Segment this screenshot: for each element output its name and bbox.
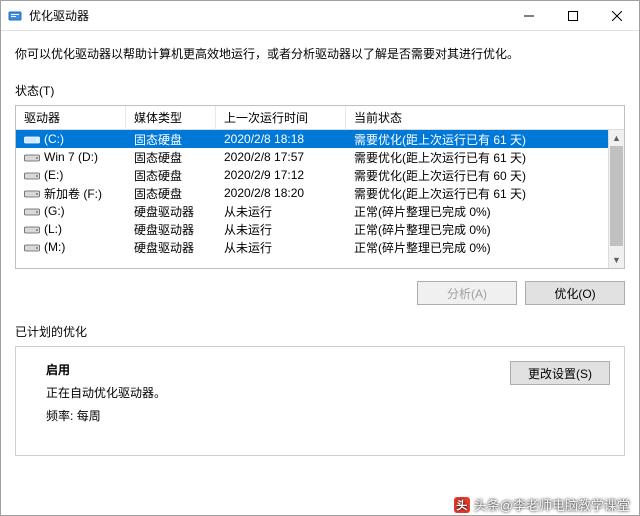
close-button[interactable] [595, 1, 639, 31]
status-label: 状态(T) [15, 82, 625, 99]
col-status[interactable]: 当前状态 [346, 105, 624, 130]
drive-media: 硬盘驱动器 [126, 221, 216, 238]
scroll-down-icon[interactable]: ▼ [609, 252, 624, 268]
drive-status: 正常(碎片整理已完成 0%) [346, 221, 624, 238]
drive-lastrun: 2020/2/8 18:20 [216, 186, 346, 200]
scroll-thumb[interactable] [610, 146, 623, 246]
change-settings-button[interactable]: 更改设置(S) [510, 361, 610, 385]
optimize-button[interactable]: 优化(O) [525, 281, 625, 305]
drive-row[interactable]: 新加卷 (F:) 固态硬盘 2020/2/8 18:20 需要优化(距上次运行已… [16, 184, 624, 202]
drive-media: 固态硬盘 [126, 131, 216, 148]
drive-media: 固态硬盘 [126, 185, 216, 202]
drive-icon [24, 206, 40, 216]
drive-row[interactable]: (L:) 硬盘驱动器 从未运行 正常(碎片整理已完成 0%) [16, 220, 624, 238]
drive-name: (E:) [44, 168, 63, 182]
drive-row[interactable]: (E:) 固态硬盘 2020/2/9 17:12 需要优化(距上次运行已有 60… [16, 166, 624, 184]
watermark: 头 头条@李老师电脑教学课堂 [454, 495, 630, 514]
drive-row[interactable]: Win 7 (D:) 固态硬盘 2020/2/8 17:57 需要优化(距上次运… [16, 148, 624, 166]
app-icon [7, 8, 23, 24]
analyze-button[interactable]: 分析(A) [417, 281, 517, 305]
drive-status: 需要优化(距上次运行已有 61 天) [346, 185, 624, 202]
drive-lastrun: 2020/2/8 17:57 [216, 150, 346, 164]
col-media[interactable]: 媒体类型 [126, 105, 216, 130]
scroll-up-icon[interactable]: ▲ [609, 130, 624, 146]
drive-name: (M:) [44, 240, 65, 254]
drive-lastrun: 从未运行 [216, 203, 346, 220]
drive-media: 硬盘驱动器 [126, 203, 216, 220]
freq-value: 每周 [77, 409, 101, 423]
drive-icon [24, 152, 40, 162]
drive-status: 正常(碎片整理已完成 0%) [346, 203, 624, 220]
description-text: 你可以优化驱动器以帮助计算机更高效地运行，或者分析驱动器以了解是否需要对其进行优… [15, 45, 625, 62]
drive-name: (G:) [44, 204, 65, 218]
scheduled-box: 启用 正在自动优化驱动器。 频率: 每周 更改设置(S) [15, 346, 625, 456]
drive-lastrun: 2020/2/9 17:12 [216, 168, 346, 182]
drive-lastrun: 从未运行 [216, 221, 346, 238]
minimize-button[interactable] [507, 1, 551, 31]
scheduled-enabled-title: 启用 [46, 361, 490, 378]
drive-media: 固态硬盘 [126, 167, 216, 184]
drive-icon [24, 188, 40, 198]
drive-status: 需要优化(距上次运行已有 60 天) [346, 167, 624, 184]
drive-table: 驱动器 媒体类型 上一次运行时间 当前状态 (C:) 固态硬盘 2020/2/8… [15, 105, 625, 269]
drive-name: Win 7 (D:) [44, 150, 98, 164]
scheduled-frequency: 频率: 每周 [46, 407, 490, 424]
drive-name: (C:) [44, 132, 64, 146]
drive-status: 需要优化(距上次运行已有 61 天) [346, 149, 624, 166]
drive-icon [24, 134, 40, 144]
maximize-button[interactable] [551, 1, 595, 31]
scheduled-label: 已计划的优化 [15, 323, 625, 340]
scrollbar-vertical[interactable]: ▲ ▼ [608, 130, 624, 268]
col-drive[interactable]: 驱动器 [16, 105, 126, 130]
drive-status: 需要优化(距上次运行已有 61 天) [346, 131, 624, 148]
drive-media: 硬盘驱动器 [126, 239, 216, 256]
drive-row[interactable]: (G:) 硬盘驱动器 从未运行 正常(碎片整理已完成 0%) [16, 202, 624, 220]
drive-icon [24, 224, 40, 234]
drive-name: (L:) [44, 222, 62, 236]
window-title: 优化驱动器 [29, 7, 507, 24]
watermark-text: 头条@李老师电脑教学课堂 [474, 495, 630, 514]
drive-name: 新加卷 (F:) [44, 185, 102, 202]
drive-lastrun: 从未运行 [216, 239, 346, 256]
drive-media: 固态硬盘 [126, 149, 216, 166]
scheduled-enabled-desc: 正在自动优化驱动器。 [46, 384, 490, 401]
freq-label: 频率: [46, 409, 73, 423]
watermark-icon: 头 [454, 497, 470, 513]
drive-icon [24, 170, 40, 180]
drive-lastrun: 2020/2/8 18:18 [216, 132, 346, 146]
drive-row[interactable]: (C:) 固态硬盘 2020/2/8 18:18 需要优化(距上次运行已有 61… [16, 130, 624, 148]
drive-status: 正常(碎片整理已完成 0%) [346, 239, 624, 256]
drive-icon [24, 242, 40, 252]
drive-row[interactable]: (M:) 硬盘驱动器 从未运行 正常(碎片整理已完成 0%) [16, 238, 624, 256]
col-lastrun[interactable]: 上一次运行时间 [216, 105, 346, 130]
